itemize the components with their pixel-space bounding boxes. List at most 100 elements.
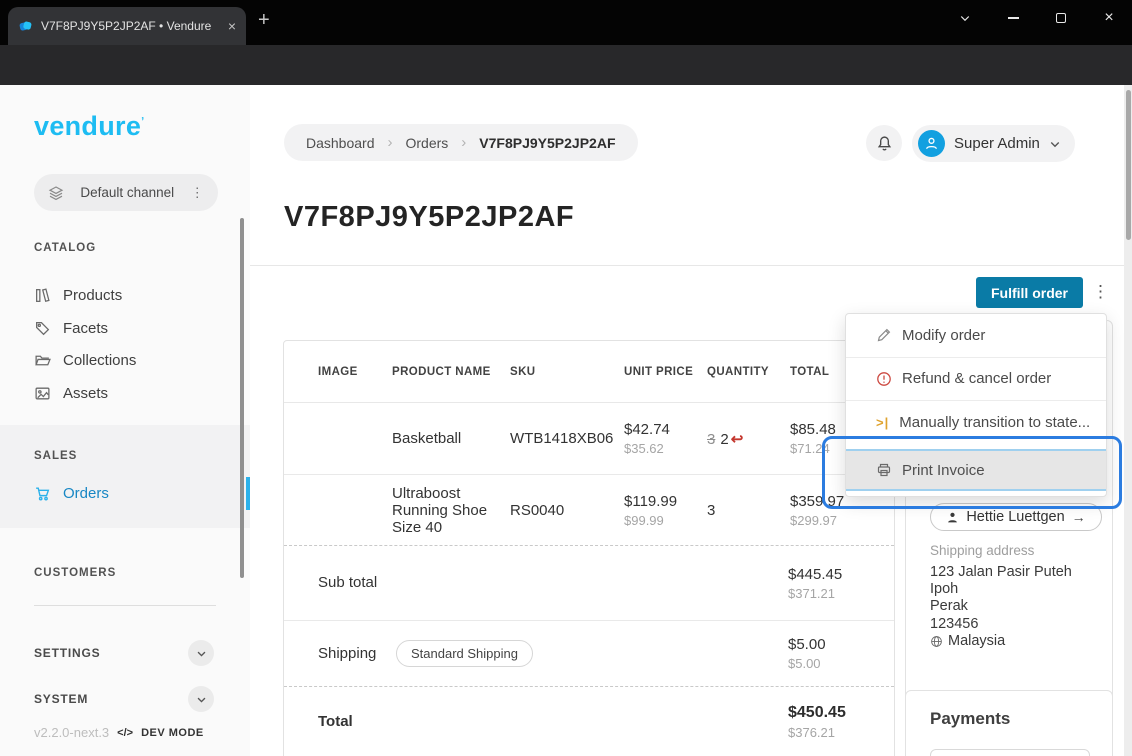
line-total-net: $299.97 (790, 513, 894, 528)
person-icon (946, 511, 959, 524)
chevron-down-icon (1049, 138, 1061, 150)
fulfill-order-button[interactable]: Fulfill order (976, 277, 1083, 308)
quantity-old: 3 (707, 431, 715, 448)
subtotal-row: Sub total $445.45 $371.21 (284, 545, 894, 620)
window-minimize-button[interactable] (996, 4, 1030, 32)
screen: V7F8PJ9Y5P2JP2AF • Vendure × + × localho… (0, 0, 1132, 756)
subtotal-net: $371.21 (788, 586, 894, 601)
subtotal-label: Sub total (318, 572, 388, 594)
vendure-logo[interactable]: vendureʼ (34, 111, 145, 142)
browser-tab[interactable]: V7F8PJ9Y5P2JP2AF • Vendure × (8, 7, 246, 45)
header-divider (250, 265, 1124, 266)
product-sku: WTB1418XB06 (510, 430, 624, 447)
sidebar-item-collections[interactable]: Collections (0, 344, 250, 377)
address-postal: 123456 (930, 616, 1072, 633)
payment-detail-box (930, 749, 1090, 756)
breadcrumb-current: V7F8PJ9Y5P2JP2AF (479, 135, 615, 151)
products-icon (34, 287, 51, 304)
address-street: 123 Jalan Pasir Puteh (930, 564, 1072, 581)
section-label-sales: SALES (34, 450, 77, 462)
unit-price: $119.99 (624, 493, 707, 510)
sidebar-item-facets[interactable]: Facets (0, 312, 250, 345)
code-icon: </> (117, 727, 133, 739)
order-actions-kebab-icon[interactable]: ⋮ (1092, 279, 1109, 305)
page-scrollbar[interactable] (1124, 85, 1132, 756)
bell-icon (876, 135, 893, 152)
total-label: Total (318, 711, 388, 733)
payments-card: Payments (905, 690, 1113, 756)
menu-item-modify-order[interactable]: Modify order (846, 314, 1106, 358)
window-maximize-button[interactable] (1044, 4, 1078, 32)
product-name[interactable]: Ultraboost Running Shoe Size 40 (392, 485, 510, 536)
table-header-row: IMAGE PRODUCT NAME SKU UNIT PRICE QUANTI… (284, 341, 894, 403)
subtotal-amount: $445.45 (788, 566, 894, 583)
chevron-down-icon[interactable] (188, 640, 214, 666)
sidebar-item-assets[interactable]: Assets (0, 377, 250, 410)
product-name[interactable]: Basketball (392, 430, 510, 447)
section-label-customers: CUSTOMERS (34, 567, 116, 579)
customer-name: Hettie Luettgen (966, 509, 1064, 525)
shipping-method-badge: Standard Shipping (396, 640, 533, 667)
breadcrumb-dashboard[interactable]: Dashboard (306, 135, 375, 151)
sidebar-item-products[interactable]: Products (0, 279, 250, 312)
folder-icon (34, 352, 51, 369)
transition-icon: >| (876, 415, 889, 430)
window-close-button[interactable]: × (1092, 4, 1126, 32)
shipping-address: 123 Jalan Pasir Puteh Ipoh Perak 123456 … (930, 564, 1072, 650)
shipping-amount: $5.00 (788, 636, 894, 653)
sidebar-footer: v2.2.0-next.3 </> DEV MODE (34, 725, 204, 740)
channel-name: Default channel (74, 185, 181, 200)
browser-toolbar: localhost:3000/admin/orders/3 (0, 45, 1132, 85)
col-unit-price: UNIT PRICE (624, 366, 707, 378)
col-image: IMAGE (318, 366, 392, 378)
vendure-favicon-icon (18, 19, 33, 34)
total-net: $376.21 (788, 725, 894, 740)
breadcrumb-orders[interactable]: Orders (406, 135, 449, 151)
tab-title: V7F8PJ9Y5P2JP2AF • Vendure (41, 19, 220, 33)
layers-icon (48, 185, 64, 201)
tag-icon (34, 320, 51, 337)
address-city: Ipoh (930, 581, 1072, 598)
chevron-right-icon: › (461, 134, 466, 151)
col-product-name: PRODUCT NAME (392, 366, 510, 378)
page-title: V7F8PJ9Y5P2JP2AF (284, 201, 574, 234)
alert-circle-icon (876, 371, 892, 387)
table-row: Basketball WTB1418XB06 $42.74 $35.62 32↩… (284, 403, 894, 474)
unit-price-net: $99.99 (624, 513, 707, 528)
sidebar-group-settings[interactable]: SETTINGS (0, 638, 250, 668)
quantity-new: 2 (720, 431, 728, 448)
browser-tab-strip: V7F8PJ9Y5P2JP2AF • Vendure × + × (0, 0, 1132, 45)
sidebar-group-system[interactable]: SYSTEM (0, 684, 250, 714)
scrollbar-thumb[interactable] (1126, 90, 1131, 240)
address-country: Malaysia (948, 633, 1005, 650)
user-name: Super Admin (954, 135, 1040, 152)
user-avatar (918, 130, 945, 157)
highlight-annotation-box (822, 436, 1122, 509)
unit-price: $42.74 (624, 421, 707, 438)
unit-price-net: $35.62 (624, 441, 707, 456)
tab-search-chevron-icon[interactable] (948, 4, 982, 32)
new-tab-button[interactable]: + (258, 9, 270, 32)
globe-icon (930, 635, 943, 648)
product-sku: RS0040 (510, 502, 624, 519)
breadcrumb: Dashboard › Orders › V7F8PJ9Y5P2JP2AF (284, 124, 638, 161)
pencil-icon (876, 327, 892, 343)
section-label-catalog: CATALOG (34, 242, 96, 254)
tab-close-icon[interactable]: × (228, 19, 236, 33)
user-menu[interactable]: Super Admin (912, 125, 1075, 162)
sidebar-divider (34, 605, 216, 606)
channel-kebab-icon[interactable]: ⋮ (191, 185, 205, 201)
dev-mode-label: DEV MODE (141, 727, 204, 739)
col-quantity: QUANTITY (707, 366, 790, 378)
chevron-down-icon[interactable] (188, 686, 214, 712)
sidebar-scrollbar[interactable] (240, 218, 244, 578)
total-row: Total $450.45 $376.21 (284, 686, 894, 756)
shipping-net: $5.00 (788, 656, 894, 671)
col-sku: SKU (510, 366, 624, 378)
sidebar-item-orders[interactable]: Orders (0, 477, 250, 510)
menu-item-refund-cancel[interactable]: Refund & cancel order (846, 358, 1106, 402)
notifications-button[interactable] (866, 125, 902, 161)
channel-selector[interactable]: Default channel ⋮ (34, 174, 218, 211)
order-lines-card: IMAGE PRODUCT NAME SKU UNIT PRICE QUANTI… (283, 340, 895, 756)
main-content: Dashboard › Orders › V7F8PJ9Y5P2JP2AF Su… (250, 85, 1124, 756)
